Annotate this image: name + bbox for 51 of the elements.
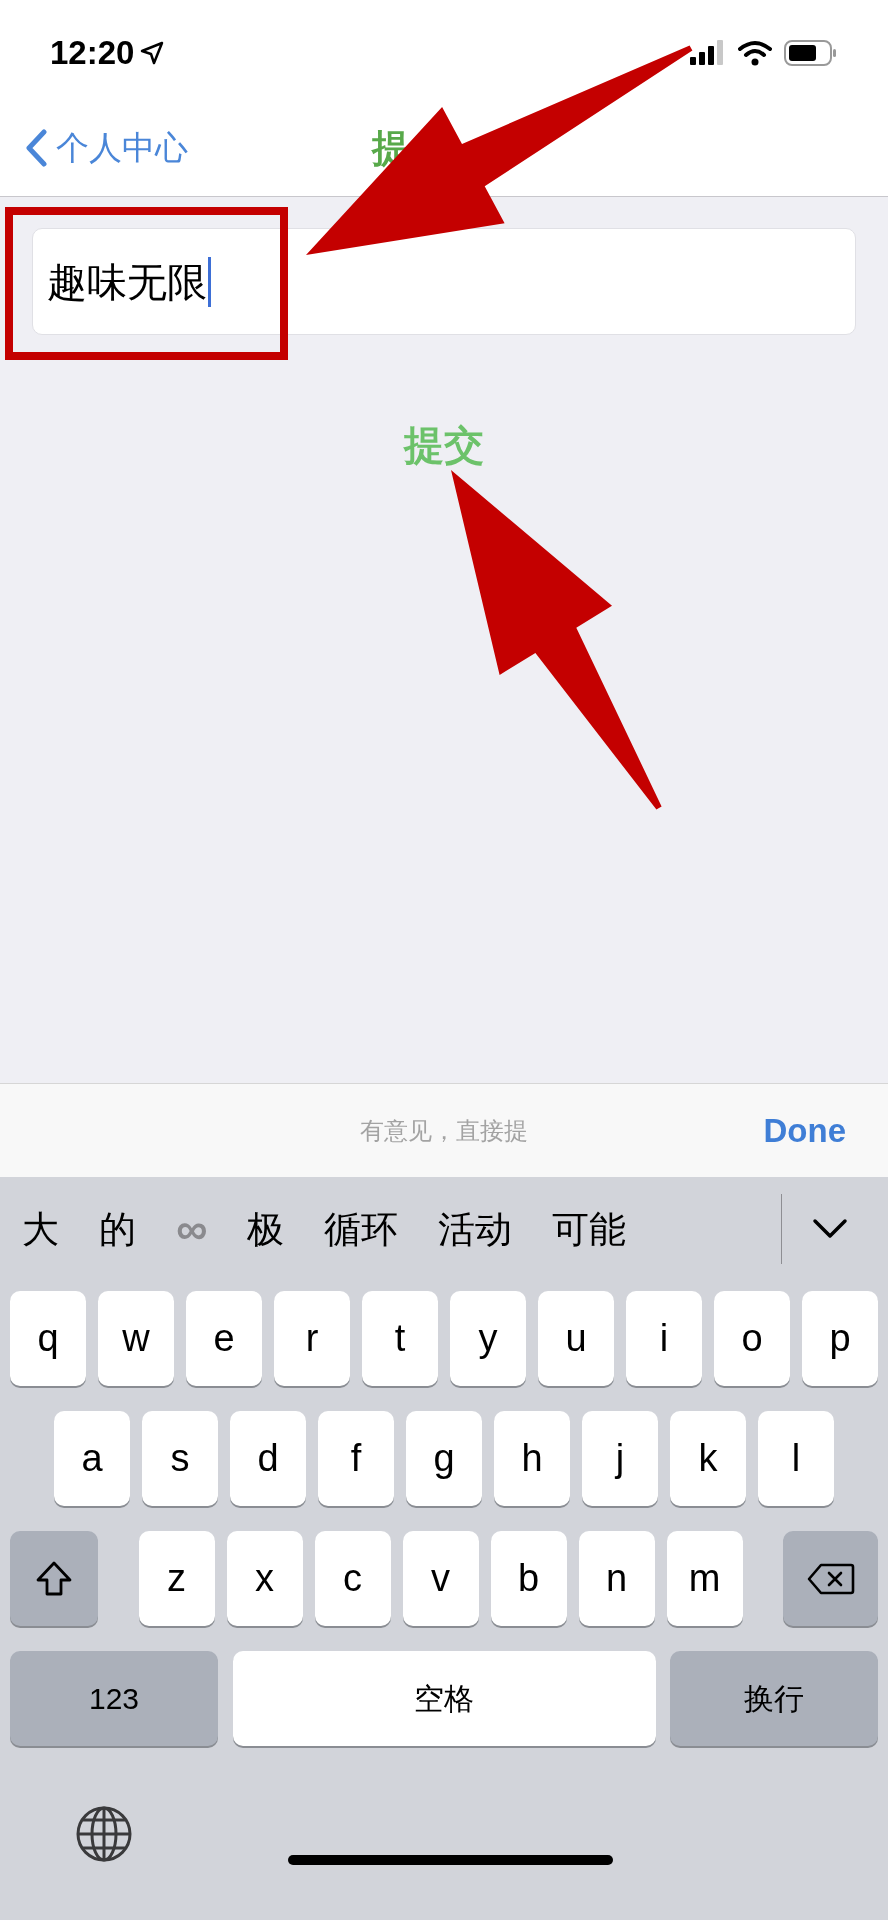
letter-key[interactable]: g	[406, 1411, 482, 1506]
location-icon	[140, 41, 165, 65]
numbers-key[interactable]: 123	[10, 1651, 218, 1746]
battery-icon	[784, 39, 838, 67]
letter-key[interactable]: o	[714, 1291, 790, 1386]
letter-key[interactable]: t	[362, 1291, 438, 1386]
candidate-word[interactable]: 的	[99, 1210, 136, 1248]
chevron-down-icon[interactable]	[812, 1218, 848, 1240]
letter-key[interactable]: b	[490, 1531, 567, 1626]
candidate-word[interactable]: 可能	[552, 1210, 627, 1248]
done-button[interactable]: Done	[763, 1105, 846, 1156]
letter-key[interactable]: l	[758, 1411, 834, 1506]
candidate-word[interactable]: 活动	[438, 1210, 513, 1248]
shift-key[interactable]	[10, 1531, 98, 1626]
letter-key[interactable]: f	[318, 1411, 394, 1506]
letter-key[interactable]: u	[538, 1291, 614, 1386]
letter-key[interactable]: k	[670, 1411, 746, 1506]
back-button[interactable]: 个人中心	[0, 123, 188, 173]
letter-key[interactable]: s	[142, 1411, 218, 1506]
back-chevron-icon	[24, 129, 48, 167]
backspace-icon	[806, 1561, 855, 1596]
letter-key[interactable]: h	[494, 1411, 570, 1506]
letter-key[interactable]: j	[582, 1411, 658, 1506]
letter-key[interactable]: c	[314, 1531, 391, 1626]
return-key[interactable]: 换行	[670, 1651, 878, 1746]
globe-icon[interactable]	[74, 1804, 134, 1864]
letter-key[interactable]: n	[578, 1531, 655, 1626]
candidate-word[interactable]: 大	[22, 1210, 59, 1248]
space-key[interactable]: 空格	[232, 1651, 656, 1746]
candidate-word[interactable]: 极	[247, 1210, 285, 1248]
letter-key[interactable]: x	[226, 1531, 303, 1626]
letter-key[interactable]: a	[54, 1411, 130, 1506]
letter-key[interactable]: y	[450, 1291, 526, 1386]
letter-key[interactable]: w	[98, 1291, 174, 1386]
signal-icon	[690, 39, 726, 67]
text-caret	[208, 256, 211, 307]
letter-key[interactable]: q	[10, 1291, 86, 1386]
field-hint: 有意见，直接提	[360, 1115, 528, 1146]
letter-key[interactable]: z	[138, 1531, 215, 1626]
letter-key[interactable]: m	[666, 1531, 743, 1626]
candidate-word[interactable]: 循环	[324, 1210, 399, 1248]
letter-key[interactable]: e	[186, 1291, 262, 1386]
feedback-field[interactable]: 趣味无限	[32, 228, 856, 335]
letter-key[interactable]: p	[802, 1291, 878, 1386]
letter-key[interactable]: i	[626, 1291, 702, 1386]
letter-key[interactable]: d	[230, 1411, 306, 1506]
letter-key[interactable]: r	[274, 1291, 350, 1386]
wifi-icon	[738, 40, 772, 66]
letter-key[interactable]: v	[402, 1531, 479, 1626]
status-time: 12:20	[50, 33, 135, 74]
delete-key[interactable]	[783, 1531, 878, 1626]
